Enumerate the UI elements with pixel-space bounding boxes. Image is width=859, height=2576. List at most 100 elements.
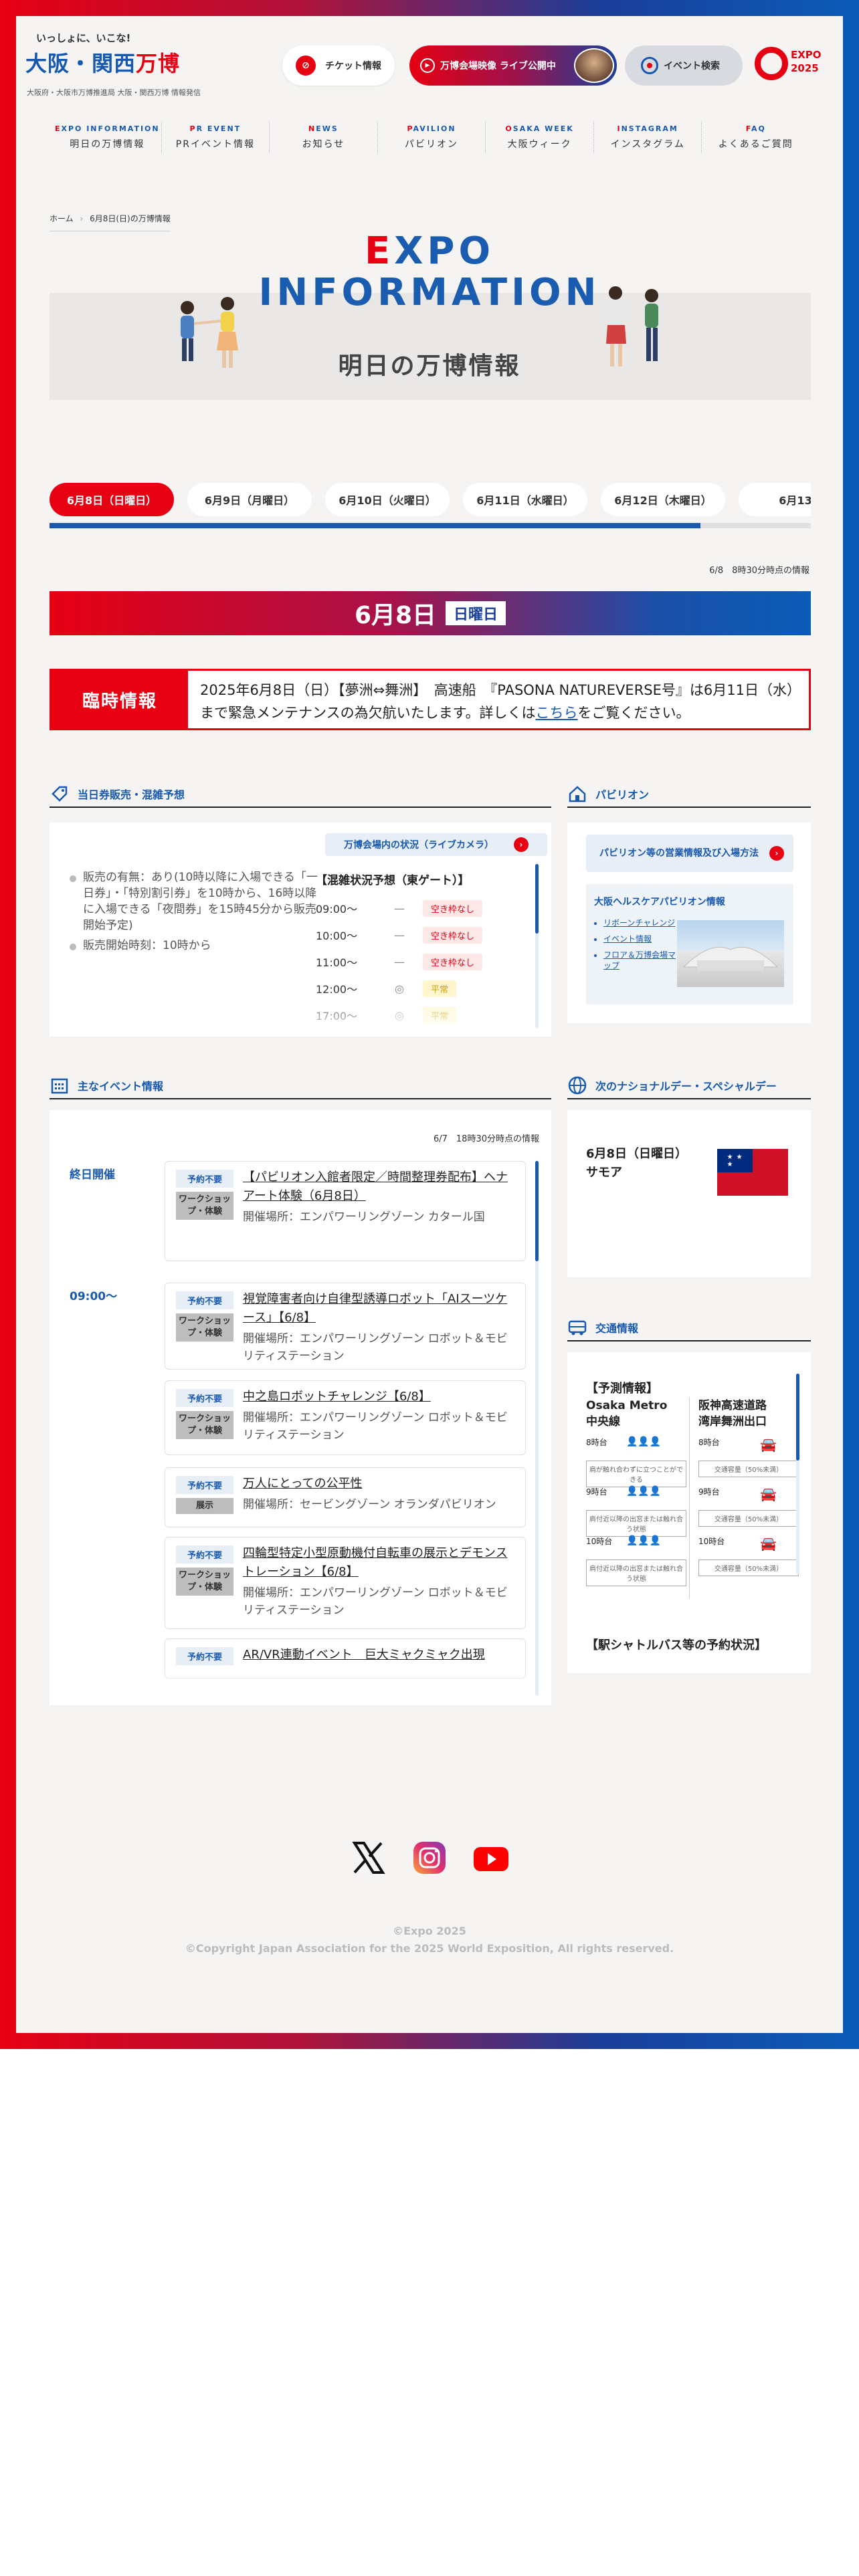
date-tabs-scrollbar[interactable]	[50, 523, 811, 528]
nav-item[interactable]: EXPO INFORMATION 明日の万博情報	[54, 122, 161, 153]
nav-item[interactable]: FAQ よくあるご質問	[701, 122, 809, 153]
pavilion-link-events[interactable]: イベント情報	[603, 934, 681, 944]
nav-item[interactable]: PR EVENT PRイベント情報	[161, 122, 270, 153]
traffic-divider	[689, 1398, 690, 1598]
nav-item-label: 明日の万博情報	[70, 139, 145, 150]
pavilion-photo[interactable]	[677, 920, 784, 987]
event-tags: 予約不要ワークショップ・体験	[176, 1545, 233, 1596]
event-tags: 予約不要 ワークショップ・体験	[176, 1291, 233, 1341]
live-camera-button[interactable]: 万博会場内の状況（ライブカメラ） ›	[325, 833, 547, 856]
date-tab[interactable]: 6月8日（日曜日）	[50, 483, 174, 516]
event-tag-category: ワークショップ・体験	[176, 1568, 233, 1596]
pavilion-info-button[interactable]: パビリオン等の営業情報及び入場方法 ›	[586, 835, 793, 872]
date-tab[interactable]: 6月13日	[739, 483, 811, 516]
expo-logo-mark	[755, 47, 788, 80]
traffic-desc: 交通容量（50%未満）	[698, 1560, 799, 1576]
ticket-button[interactable]: ⊘ チケット情報	[282, 45, 395, 86]
congestion-row: 10:00〜 — 空き枠なし	[316, 922, 503, 948]
events-section-title: 主なイベント情報	[78, 1080, 164, 1093]
congestion-row: 11:00〜 — 空き枠なし	[316, 948, 503, 975]
event-card[interactable]: 予約不要展示 万人にとっての公平性開催場所：セービングゾーン オランダパビリオン	[165, 1467, 526, 1527]
traffic-pred-title: 【予測情報】	[586, 1382, 658, 1396]
nav-item-label: インスタグラム	[610, 139, 685, 150]
nav-item-en: FAQ	[702, 124, 809, 133]
expo2025-logo[interactable]: EXPO 2025	[755, 44, 828, 84]
nav-item-en-initial: F	[745, 124, 751, 133]
event-card[interactable]: 予約不要ワークショップ・体験 四輪型特定小型原動機付自転車の展示とデモンストレーシ…	[165, 1537, 526, 1629]
ticket-icon: ⊘	[296, 56, 316, 76]
date-tabs: 6月8日（日曜日） 6月9日（月曜日） 6月10日（火曜日） 6月11日（水曜日） 6月…	[50, 483, 811, 519]
breadcrumb-home[interactable]: ホーム	[50, 214, 74, 223]
event-time-label: 09:00〜	[70, 1290, 118, 1303]
event-title-link[interactable]: 視覚障害者向け自律型誘導ロボット「AIスーツケース」【6/8】	[243, 1290, 516, 1327]
traffic-hour: 10時台	[586, 1537, 613, 1546]
nav-item-label: よくあるご質問	[718, 139, 793, 150]
date-tab[interactable]: 6月11日（水曜日）	[463, 483, 587, 516]
date-tabs-scroll-thumb[interactable]	[50, 523, 700, 528]
event-title-link[interactable]: 【パビリオン入館者限定／時間整理券配布】ヘナアート体験（6月8日）	[243, 1168, 516, 1206]
event-title-link[interactable]: 中之島ロボットチャレンジ【6/8】	[243, 1388, 516, 1406]
event-title-link[interactable]: AR/VR連動イベント 巨大ミャクミャク出現	[243, 1646, 516, 1665]
congestion-scroll-thumb[interactable]	[535, 864, 539, 934]
congestion-dash: —	[394, 955, 405, 968]
nav-item[interactable]: OSAKA WEEK 大阪ウィーク	[485, 122, 593, 153]
date-banner-date: 6月8日	[354, 602, 437, 629]
nav-item[interactable]: NEWS お知らせ	[269, 122, 377, 153]
traffic-section-heading: 交通情報	[567, 1315, 811, 1341]
event-card[interactable]: 予約不要 ワークショップ・体験 視覚障害者向け自律型誘導ロボット「AIスーツケース」…	[165, 1283, 526, 1370]
x-twitter-icon[interactable]	[348, 1838, 388, 1878]
breadcrumb-separator: ›	[80, 214, 84, 223]
event-place: 開催場所：エンパワーリングゾーン ロボット＆モビリティステーション	[243, 1411, 508, 1442]
event-tag-reservation: 予約不要	[176, 1545, 233, 1564]
date-tab[interactable]: 6月10日（火曜日）	[325, 483, 450, 516]
main-nav: EXPO INFORMATION 明日の万博情報 PR EVENT PRイベント情報 N…	[54, 122, 809, 153]
instagram-icon[interactable]	[409, 1838, 450, 1878]
traffic-row: 10時台 🚘 交通容量（50%未満）	[698, 1535, 799, 1580]
live-video-button[interactable]: ▶ 万博会場映像 ライブ公開中	[409, 45, 617, 86]
logo-text-b: 万博	[136, 51, 181, 76]
nav-item-en-rest: R EVENT	[196, 124, 242, 133]
event-place: 開催場所：セービングゾーン オランダパビリオン	[243, 1498, 496, 1511]
pavilion-link-reborn[interactable]: リボーンチャレンジ	[603, 918, 681, 928]
event-search-button[interactable]: イベント検索	[625, 45, 743, 86]
date-tab[interactable]: 6月9日（月曜日）	[187, 483, 312, 516]
event-tag-category: ワークショップ・体験	[176, 1192, 233, 1220]
event-tag-reservation: 予約不要	[176, 1389, 233, 1407]
traffic-row: 9時台 👤👤👤 肩付近以降の出窓または触れ合う状態	[586, 1486, 686, 1537]
event-tags: 予約不要 展示	[176, 1476, 233, 1514]
events-scroll-thumb[interactable]	[535, 1161, 539, 1261]
notice-link[interactable]: こちら	[535, 705, 577, 721]
event-card[interactable]: 予約不要 ワークショップ・体験 【パビリオン入館者限定／時間整理券配布】ヘナアート体…	[165, 1161, 526, 1261]
youtube-icon[interactable]	[471, 1838, 511, 1878]
nav-item[interactable]: INSTAGRAM インスタグラム	[593, 122, 702, 153]
event-time-label: 終日開催	[70, 1168, 115, 1182]
nav-item-en: INSTAGRAM	[594, 124, 702, 133]
site-logo[interactable]: 大阪・関西万博	[25, 47, 180, 78]
date-tab[interactable]: 6月12日（木曜日）	[601, 483, 725, 516]
traffic-scroll-thumb[interactable]	[796, 1374, 799, 1461]
ticket-tag-icon	[50, 784, 70, 804]
fade-overlay	[50, 990, 531, 1037]
event-title-link[interactable]: 四輪型特定小型原動機付自転車の展示とデモンストレーション【6/8】	[243, 1544, 516, 1582]
event-tag-category: 展示	[176, 1498, 233, 1514]
event-title-link[interactable]: 万人にとっての公平性	[243, 1475, 516, 1493]
nav-item[interactable]: PAVILION パビリオン	[377, 122, 486, 153]
healthcare-pavilion-box: 大阪ヘルスケアパビリオン情報 リボーンチャレンジ イベント情報 フロア＆万博会場…	[586, 884, 793, 1004]
event-tag-reservation: 予約不要	[176, 1476, 233, 1494]
car-icon: 🚘	[760, 1535, 777, 1551]
nav-item-en-rest: AVILION	[413, 124, 456, 133]
copyright-full: ©Copyright Japan Association for the 202…	[185, 1942, 674, 1955]
nav-item-en: PR EVENT	[162, 124, 270, 133]
traffic-hour: 10時台	[698, 1537, 725, 1546]
nav-item-en-rest: XPO INFORMATION	[61, 124, 160, 133]
event-card[interactable]: 予約不要 ワークショップ・体験 中之島ロボットチャレンジ【6/8】 開催場所：エンパワ…	[165, 1380, 526, 1455]
logo-tagline: いっしょに、いこな!	[36, 32, 131, 44]
traffic-hour: 8時台	[586, 1438, 607, 1447]
hero-title-line1: EXPO	[0, 231, 859, 272]
nav-item-en-rest: EWS	[316, 124, 339, 133]
event-tag-reservation: 予約不要	[176, 1291, 233, 1309]
pavilion-link-map[interactable]: フロア＆万博会場マップ	[603, 950, 681, 971]
nav-item-en: EXPO INFORMATION	[54, 124, 161, 133]
notice-text-b: をご覧ください。	[577, 705, 690, 721]
hero-title-initial: E	[364, 229, 395, 273]
